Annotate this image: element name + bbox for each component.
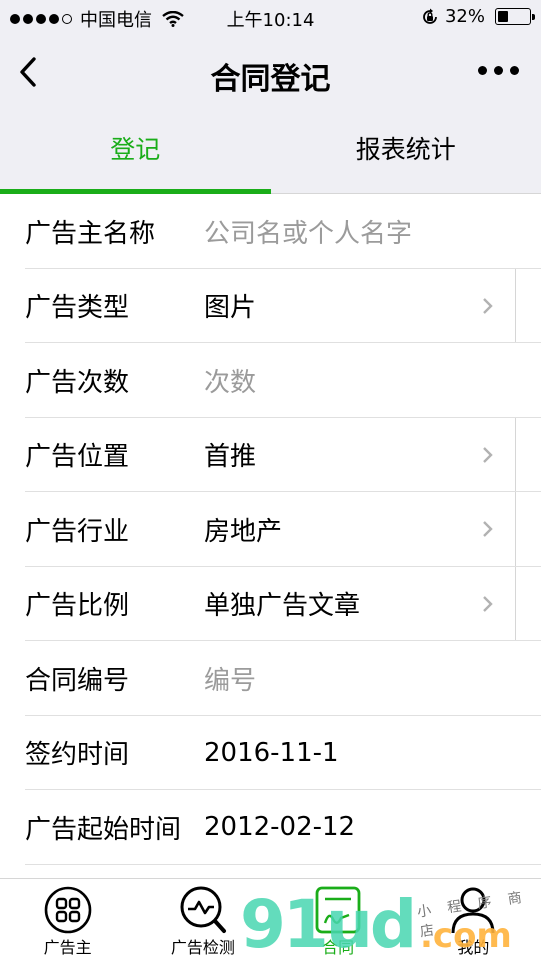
chevron-right-icon xyxy=(483,297,493,314)
form-row[interactable]: 广告起始时间 2012-02-12 xyxy=(0,790,541,865)
chevron-right-icon xyxy=(483,521,493,538)
form-row-label: 广告次数 xyxy=(25,367,130,398)
chevron-right-icon xyxy=(483,446,493,463)
row-divider xyxy=(515,268,516,343)
tabbar-label: 我的 xyxy=(457,938,490,957)
user-icon xyxy=(451,887,495,934)
row-divider xyxy=(515,566,516,641)
tab-register[interactable]: 登记 xyxy=(0,108,271,194)
form-row-input[interactable]: 编号 xyxy=(204,660,256,697)
tab-report-statistics[interactable]: 报表统计 xyxy=(271,108,541,193)
form-row[interactable]: 广告位置 首推 xyxy=(0,417,541,492)
form-row-value[interactable]: 图片 xyxy=(204,287,256,324)
tabbar-item-mine[interactable]: 我的 xyxy=(406,879,541,960)
tabbar-item-ad-detection[interactable]: 广告检测 xyxy=(135,879,270,960)
status-right: 32% xyxy=(421,6,535,27)
form-row[interactable]: 广告比例 单独广告文章 xyxy=(0,566,541,641)
contract-icon xyxy=(315,886,361,934)
form-row-value[interactable]: 2012-02-12 xyxy=(204,812,355,842)
form-row-label: 合同编号 xyxy=(25,665,130,696)
tabbar-item-contract[interactable]: 合同 xyxy=(271,879,406,960)
form-row-label: 广告行业 xyxy=(25,516,130,547)
form-row-label: 广告主名称 xyxy=(25,218,156,249)
tabbar-label: 广告主 xyxy=(43,938,92,957)
form-row-value[interactable]: 2016-11-1 xyxy=(204,738,339,768)
form-row[interactable]: 广告次数 次数 xyxy=(0,343,541,418)
grid-circle-icon xyxy=(44,886,91,934)
form-row-label: 广告比例 xyxy=(25,591,130,622)
form-row[interactable]: 广告行业 房地产 xyxy=(0,492,541,567)
form-row-label: 广告类型 xyxy=(25,293,130,324)
tabbar-label: 合同 xyxy=(322,938,355,957)
form-row-label: 广告位置 xyxy=(25,442,130,473)
chevron-right-icon xyxy=(483,595,493,612)
form-row-input[interactable]: 公司名或个人名字 xyxy=(204,213,412,250)
battery-fill xyxy=(498,11,508,22)
more-options-icon[interactable] xyxy=(478,66,519,75)
form-row[interactable]: 广告类型 图片 xyxy=(0,268,541,343)
row-divider xyxy=(515,492,516,567)
form-row-input[interactable]: 次数 xyxy=(204,362,256,399)
form-row-label: 广告起始时间 xyxy=(25,814,182,845)
search-wave-icon xyxy=(180,886,226,933)
bottom-tab-bar: 广告主 广告检测 合同 我的 xyxy=(0,878,541,960)
form-row-label: 签约时间 xyxy=(25,740,130,771)
form-row-value[interactable]: 单独广告文章 xyxy=(204,585,360,622)
form-row-value[interactable]: 房地产 xyxy=(204,511,282,548)
row-divider xyxy=(515,417,516,492)
form-row[interactable]: 签约时间 2016-11-1 xyxy=(0,716,541,791)
page-title: 合同登记 xyxy=(210,62,331,97)
form-row-value[interactable]: 首推 xyxy=(204,436,256,473)
rotation-lock-icon xyxy=(423,8,437,24)
status-bar: 中国电信 上午10:14 32% xyxy=(0,0,541,36)
tabbar-label: 广告检测 xyxy=(170,938,235,957)
contract-form: 广告主名称 公司名或个人名字 广告类型 图片 广告次数 次数 广告位置 首推 广告行业 房地产 广告… xyxy=(0,194,541,865)
navigation-bar: 合同登记 xyxy=(0,36,541,108)
battery-percent: 32% xyxy=(444,6,485,27)
form-row[interactable]: 合同编号 编号 xyxy=(0,641,541,716)
segment-tabs: 登记 报表统计 xyxy=(0,108,541,194)
form-row[interactable]: 广告主名称 公司名或个人名字 xyxy=(0,194,541,269)
battery-icon xyxy=(495,8,535,25)
tabbar-item-advertiser[interactable]: 广告主 xyxy=(0,879,135,960)
